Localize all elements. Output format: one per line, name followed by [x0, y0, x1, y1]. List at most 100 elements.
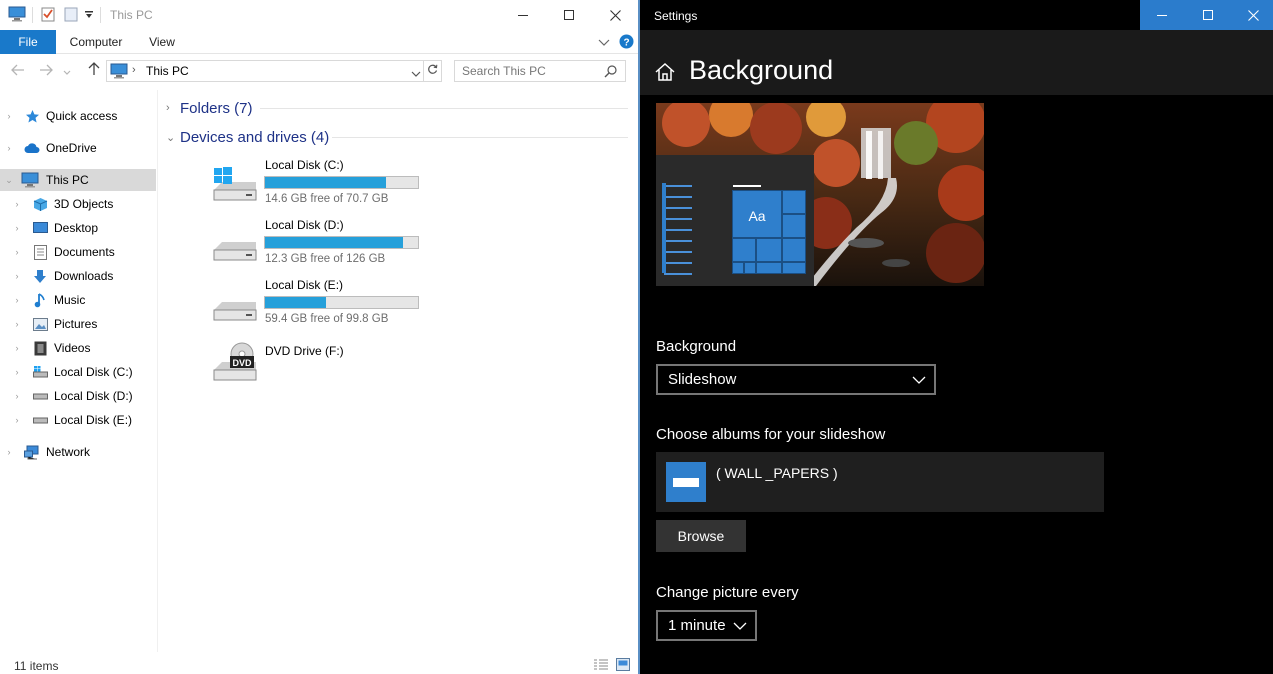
breadcrumb-separator-icon[interactable]: ›: [132, 64, 136, 76]
new-folder-icon[interactable]: [64, 6, 78, 24]
drive-tile-c[interactable]: Local Disk (C:) 14.6 GB free of 70.7 GB: [212, 158, 432, 214]
search-input[interactable]: [455, 61, 595, 81]
nav-item-local-disk-e[interactable]: › Local Disk (E:): [0, 409, 156, 431]
expand-chevron-icon[interactable]: ›: [4, 447, 14, 457]
large-icons-view-icon[interactable]: [616, 658, 630, 674]
preview-menu-line: [664, 185, 692, 187]
expand-chevron-icon[interactable]: ›: [12, 271, 22, 281]
expand-chevron-icon[interactable]: ›: [12, 343, 22, 353]
nav-item-local-disk-c[interactable]: › Local Disk (C:): [0, 361, 156, 383]
minimize-button[interactable]: [500, 0, 546, 30]
help-icon[interactable]: ?: [619, 34, 634, 52]
preview-tile: [756, 262, 782, 274]
preview-tile: [782, 214, 806, 238]
expand-chevron-icon[interactable]: ›: [12, 391, 22, 401]
drive-usage-bar: [264, 296, 419, 309]
computer-icon: [110, 63, 128, 82]
nav-item-this-pc[interactable]: ⌄ This PC: [0, 169, 156, 191]
music-icon: [32, 292, 48, 308]
drive-icon: [32, 388, 48, 404]
customize-qat-icon[interactable]: [84, 9, 94, 27]
details-view-icon[interactable]: [593, 659, 609, 674]
nav-item-3d-objects[interactable]: › 3D Objects: [0, 193, 156, 215]
forward-arrow-icon[interactable]: [36, 62, 56, 80]
nav-item-network[interactable]: › Network: [0, 441, 156, 463]
background-dropdown[interactable]: Slideshow: [656, 364, 936, 395]
albums-label: Choose albums for your slideshow: [656, 426, 886, 443]
close-button[interactable]: [1231, 0, 1273, 30]
drive-tile-d[interactable]: Local Disk (D:) 12.3 GB free of 126 GB: [212, 218, 432, 274]
collapse-chevron-icon[interactable]: ⌄: [4, 175, 14, 186]
nav-item-music[interactable]: › Music: [0, 289, 156, 311]
expand-chevron-icon[interactable]: ›: [12, 415, 22, 425]
group-header-devices[interactable]: ⌄ Devices and drives (4): [166, 126, 329, 148]
expand-chevron-icon[interactable]: ›: [12, 319, 22, 329]
titlebar-separator: [32, 7, 33, 23]
address-bar[interactable]: › This PC: [106, 60, 424, 82]
expand-chevron-icon[interactable]: ›: [12, 199, 22, 209]
chevron-down-icon: [912, 373, 926, 387]
home-icon[interactable]: [654, 61, 676, 83]
svg-text:DVD: DVD: [232, 358, 252, 368]
preview-menu-accent: [662, 183, 666, 273]
refresh-button[interactable]: [424, 60, 442, 82]
item-count: 11 items: [14, 659, 59, 673]
preview-menu-line: [664, 240, 692, 242]
nav-item-label: Music: [54, 293, 86, 307]
minimize-button[interactable]: [1140, 0, 1184, 30]
expand-chevron-icon[interactable]: ›: [12, 223, 22, 233]
expand-chevron-icon[interactable]: ›: [12, 367, 22, 377]
address-dropdown-chevron-icon[interactable]: [411, 67, 421, 81]
drive-icon: [212, 284, 258, 324]
interval-dropdown[interactable]: 1 minute: [656, 610, 757, 641]
back-arrow-icon[interactable]: [8, 62, 28, 80]
browse-button[interactable]: Browse: [656, 520, 746, 552]
expand-chevron-icon[interactable]: ›: [4, 143, 14, 153]
nav-item-local-disk-d[interactable]: › Local Disk (D:): [0, 385, 156, 407]
group-header-label: Devices and drives (4): [180, 128, 330, 146]
nav-item-downloads[interactable]: › Downloads: [0, 265, 156, 287]
navigation-pane: › Quick access › OneDrive ⌄ This PC › 3D…: [0, 90, 158, 652]
drive-tile-e[interactable]: Local Disk (E:) 59.4 GB free of 99.8 GB: [212, 278, 432, 334]
nav-item-onedrive[interactable]: › OneDrive: [0, 137, 156, 159]
nav-item-pictures[interactable]: › Pictures: [0, 313, 156, 335]
group-expand-chevron-icon[interactable]: ›: [166, 102, 180, 114]
preview-tile: [782, 238, 806, 262]
film-icon: [32, 340, 48, 356]
expand-chevron-icon[interactable]: ›: [12, 247, 22, 257]
interval-dropdown-value: 1 minute: [668, 617, 726, 634]
nav-item-videos[interactable]: › Videos: [0, 337, 156, 359]
background-dropdown-value: Slideshow: [668, 371, 737, 388]
drive-name: Local Disk (C:): [265, 158, 344, 172]
search-icon[interactable]: [604, 65, 617, 81]
maximize-button[interactable]: [1186, 0, 1230, 30]
drive-name: Local Disk (D:): [265, 218, 344, 232]
properties-icon[interactable]: [40, 6, 56, 24]
nav-item-quick-access[interactable]: › Quick access: [0, 105, 156, 127]
group-header-folders[interactable]: › Folders (7): [166, 97, 253, 119]
drive-free-space: 59.4 GB free of 99.8 GB: [265, 313, 389, 325]
picture-icon: [32, 316, 48, 332]
ribbon-tab-view[interactable]: View: [140, 30, 184, 54]
nav-item-label: Desktop: [54, 221, 99, 235]
maximize-button[interactable]: [546, 0, 592, 30]
recent-locations-chevron-icon[interactable]: [62, 62, 72, 80]
album-item[interactable]: ( WALL _PAPERS ): [656, 452, 1104, 512]
group-header-label: Folders (7): [180, 99, 253, 117]
up-arrow-icon[interactable]: [84, 62, 104, 80]
drive-tile-dvd-f[interactable]: DVD DVD Drive (F:): [212, 342, 432, 400]
expand-chevron-icon[interactable]: ›: [4, 111, 14, 121]
close-button[interactable]: [592, 0, 638, 30]
drive-usage-fill: [265, 237, 403, 248]
breadcrumb-this-pc[interactable]: This PC: [146, 64, 189, 78]
ribbon-tab-computer[interactable]: Computer: [62, 30, 130, 54]
preview-tile: [732, 262, 744, 274]
nav-item-desktop[interactable]: › Desktop: [0, 217, 156, 239]
ribbon-tab-file[interactable]: File: [0, 30, 56, 54]
expand-ribbon-icon[interactable]: [598, 36, 610, 50]
expand-chevron-icon[interactable]: ›: [12, 295, 22, 305]
preview-tile: [744, 262, 756, 274]
group-collapse-chevron-icon[interactable]: ⌄: [166, 131, 180, 144]
nav-item-documents[interactable]: › Documents: [0, 241, 156, 263]
search-box[interactable]: [454, 60, 626, 82]
